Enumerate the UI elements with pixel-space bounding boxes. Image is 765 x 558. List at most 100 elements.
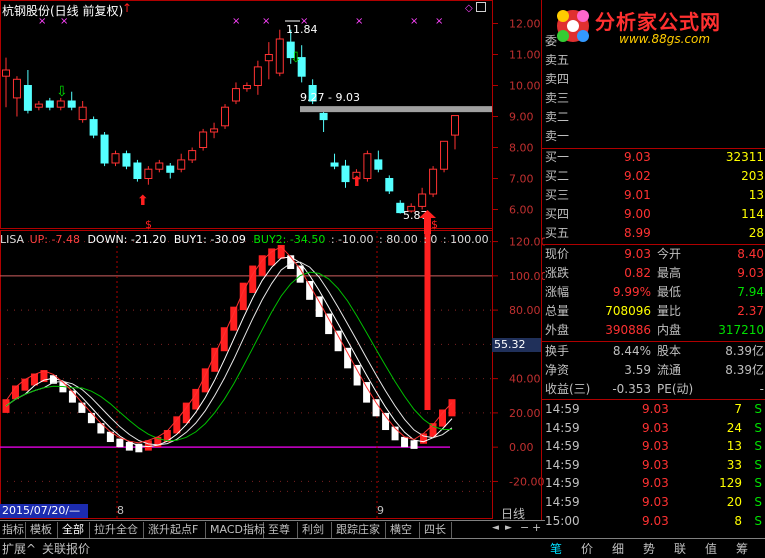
bid-row[interactable]: 买五 8.99 28 <box>542 224 765 243</box>
candle-body <box>418 193 427 207</box>
tab-scroll-right-icon[interactable]: ► <box>505 523 512 533</box>
formula-tab[interactable]: 全部 <box>60 522 90 538</box>
formula-tab[interactable]: MACD指标 <box>208 522 265 538</box>
indicator-bar <box>87 412 95 424</box>
tab-scroll-left-icon[interactable]: ◄ <box>492 523 499 533</box>
ask-row[interactable]: 卖二 <box>542 108 765 127</box>
quote-label: 外盘 <box>545 323 570 337</box>
bottom-icon-button[interactable]: 势 <box>643 541 655 557</box>
tick-row: 14:59 9.03 20 S <box>542 493 765 512</box>
quote-label: 内盘 <box>657 323 682 337</box>
quote-row: 涨跌 0.82 最高 9.03 <box>542 264 765 283</box>
bid-row[interactable]: 买三 9.01 13 <box>542 186 765 205</box>
ask-label: 卖五 <box>545 53 570 67</box>
expand-tab[interactable]: 扩展^ <box>2 541 36 557</box>
candle-body <box>319 112 328 121</box>
indicator-bar <box>173 416 181 434</box>
formula-tab[interactable]: 至尊 <box>266 522 298 538</box>
zoom-out-icon[interactable]: − <box>520 521 529 534</box>
indicator-bar <box>448 399 456 417</box>
quote-label: 涨幅 <box>545 285 570 299</box>
down-arrow-icon: ⇩ <box>290 50 302 66</box>
window-toggle-icon[interactable] <box>476 2 486 12</box>
candle-body <box>341 165 350 183</box>
candle-body <box>188 150 197 161</box>
quote-value: 9.99% <box>612 285 651 299</box>
quote-row: 现价 9.03 今开 8.40 <box>542 245 765 264</box>
up-arrow-icon: ⬆ <box>351 174 363 190</box>
quote-value: 0.82 <box>624 266 651 280</box>
indicator-tick-label: 100.00 <box>509 270 545 283</box>
high-price-label: 11.84 <box>286 23 318 36</box>
quote-row: 外盘 390886 内盘 317210 <box>542 321 765 340</box>
quote-value: 8.44% <box>612 344 651 358</box>
ask-label: 卖三 <box>545 91 570 105</box>
candle-body <box>275 38 284 74</box>
indicator-extra-2: : 80.00 <box>379 233 418 246</box>
logo-flower-icon <box>557 10 589 42</box>
quote-row: 总量 708096 量比 2.37 <box>542 302 765 321</box>
dollar-signal-icon: $ <box>431 218 438 231</box>
tick-time: 14:59 <box>545 420 580 435</box>
price-tick-label: 7.00 <box>509 173 534 186</box>
tick-side: S <box>754 513 762 528</box>
candle-body <box>122 153 131 167</box>
range-price-label: 9.27 - 9.03 <box>300 91 360 104</box>
ask-row[interactable]: 卖四 <box>542 70 765 89</box>
quote-value: -0.353 <box>612 382 651 396</box>
candle-body <box>144 168 153 179</box>
formula-tab[interactable]: 拉升全仓 <box>92 522 144 538</box>
tick-volume: 20 <box>726 495 742 509</box>
up-arrow-icon: ⬆ <box>137 193 149 209</box>
bottom-icon-button[interactable]: 笔 <box>550 541 562 557</box>
indicator-buy2: BUY2: -34.50 <box>253 233 326 246</box>
bottom-icon-button[interactable]: 细 <box>612 541 624 557</box>
diamond-icon[interactable]: ◇ <box>465 3 473 14</box>
formula-tab[interactable]: 四长 <box>422 522 452 538</box>
signal-mark: × <box>262 16 270 27</box>
bid-row[interactable]: 买四 9.00 114 <box>542 205 765 224</box>
formula-tab[interactable]: 跟踪庄家 <box>334 522 386 538</box>
ask-row[interactable]: 卖三 <box>542 89 765 108</box>
signal-mark: × <box>410 16 418 27</box>
candle-body <box>177 159 186 170</box>
bottom-icon-button[interactable]: 价 <box>581 541 593 557</box>
indicator-extra-4: : 100.00 <box>442 233 489 246</box>
formula-tab[interactable]: 横空 <box>388 522 420 538</box>
bottom-icon-button[interactable]: 联 <box>674 541 686 557</box>
formula-tab[interactable]: 利剑 <box>300 522 332 538</box>
formula-tab[interactable]: 涨升起点F <box>146 522 206 538</box>
bid-price: 8.99 <box>624 226 651 240</box>
chart-area[interactable]: 12.00 11.00 10.00 9.00 8.00 7.00 6.00 120.00 100… <box>0 0 548 521</box>
formula-tab[interactable]: 指标 <box>0 522 26 538</box>
tick-price: 9.03 <box>642 513 669 528</box>
resistance-band <box>300 106 492 113</box>
candle-body <box>67 100 76 108</box>
signal-mark: × <box>232 16 240 27</box>
ask-row[interactable]: 卖一 <box>542 127 765 146</box>
bid-row[interactable]: 买一 9.03 32311 <box>542 148 765 167</box>
ask-label: 卖四 <box>545 72 570 86</box>
kline-chart[interactable]: 12.00 11.00 10.00 9.00 8.00 7.00 6.00 120.00 100… <box>0 0 548 520</box>
bottom-icon-button[interactable]: 筹 <box>736 541 748 557</box>
ask-row[interactable]: 卖五 <box>542 51 765 70</box>
quote-label: 最高 <box>657 266 682 280</box>
candle-body <box>78 106 87 121</box>
candle-body <box>253 66 262 87</box>
bid-price: 9.01 <box>624 188 651 202</box>
quote-label: 换手 <box>545 344 570 358</box>
formula-tab[interactable]: 模板 <box>28 522 58 538</box>
quote-row: 收益(三) -0.353 PE(动) - <box>542 380 765 399</box>
quote-value: 8.40 <box>737 247 764 261</box>
price-tick-label: 11.00 <box>509 49 541 62</box>
bid-row[interactable]: 买二 9.02 203 <box>542 167 765 186</box>
candle-body <box>451 115 459 136</box>
bottom-icon-button[interactable]: 值 <box>705 541 717 557</box>
quote-label: 涨跌 <box>545 266 570 280</box>
quote-value: 3.59 <box>624 363 651 377</box>
indicator-bar <box>68 390 76 403</box>
related-quote-tab[interactable]: 关联报价 <box>42 541 90 557</box>
logo-title: 分析家公式网 <box>595 10 721 34</box>
tick-row: 14:59 9.03 129 S <box>542 474 765 493</box>
zoom-in-icon[interactable]: + <box>532 521 541 534</box>
